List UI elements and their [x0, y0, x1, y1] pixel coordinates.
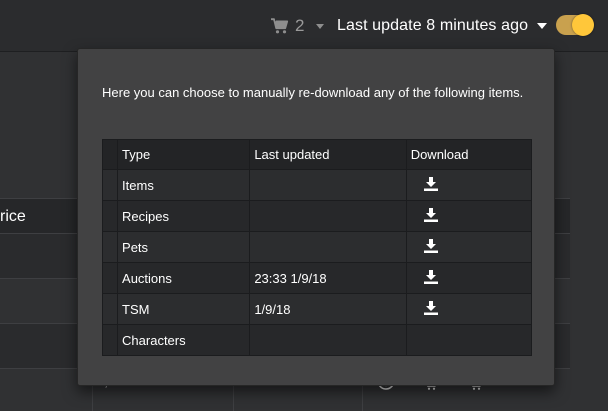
last-updated-cell: 23:33 1/9/18 [249, 262, 407, 294]
spacer-cell [101, 200, 119, 232]
table-row: Characters [101, 324, 533, 356]
theme-toggle[interactable] [556, 14, 594, 36]
price-column-header: rice [0, 208, 26, 225]
spacer-cell [101, 293, 119, 325]
table-row: Pets [101, 231, 533, 263]
download-icon[interactable] [423, 176, 438, 194]
last-updated-cell: 1/9/18 [249, 293, 407, 325]
download-table: Type Last updated Download Items Recipes… [101, 139, 533, 356]
re-download-dropdown: Here you can choose to manually re-downl… [77, 48, 555, 386]
chevron-down-icon [316, 23, 325, 29]
download-icon[interactable] [423, 269, 438, 287]
spacer-cell [101, 139, 119, 170]
download-cell [405, 169, 533, 201]
last-update-dropdown-toggle[interactable]: Last update 8 minutes ago [337, 14, 548, 38]
type-cell: Pets [117, 231, 251, 263]
spacer-cell [101, 169, 119, 201]
type-cell: Auctions [117, 262, 251, 294]
download-icon[interactable] [423, 238, 438, 256]
column-header-type: Type [117, 139, 251, 170]
download-icon[interactable] [423, 300, 438, 318]
last-updated-cell [249, 200, 407, 232]
toggle-knob [572, 14, 594, 36]
column-header-last-updated: Last updated [249, 139, 407, 170]
table-row: Recipes [101, 200, 533, 232]
download-cell [405, 200, 533, 232]
last-updated-cell [249, 169, 407, 201]
top-navbar: 2 Last update 8 minutes ago [0, 0, 608, 52]
cart-dropdown[interactable]: 2 [271, 14, 325, 38]
cart-icon [271, 18, 289, 34]
last-updated-cell [249, 324, 407, 356]
type-cell: TSM [117, 293, 251, 325]
table-row: Auctions 23:33 1/9/18 [101, 262, 533, 294]
cart-count: 2 [295, 16, 305, 35]
download-cell [405, 324, 533, 356]
download-cell [405, 293, 533, 325]
spacer-cell [101, 324, 119, 356]
column-header-download: Download [405, 139, 533, 170]
table-row: TSM 1/9/18 [101, 293, 533, 325]
type-cell: Items [117, 169, 251, 201]
download-table-header: Type Last updated Download [101, 139, 533, 170]
spacer-cell [101, 262, 119, 294]
download-cell [405, 231, 533, 263]
dropdown-intro-text: Here you can choose to manually re-downl… [102, 85, 524, 100]
download-icon[interactable] [423, 207, 438, 225]
last-update-label: Last update 8 minutes ago [337, 17, 529, 34]
type-cell: Characters [117, 324, 251, 356]
download-cell [405, 262, 533, 294]
chevron-down-icon [537, 23, 548, 29]
spacer-cell [101, 231, 119, 263]
last-updated-cell [249, 231, 407, 263]
type-cell: Recipes [117, 200, 251, 232]
table-row: Items [101, 169, 533, 201]
